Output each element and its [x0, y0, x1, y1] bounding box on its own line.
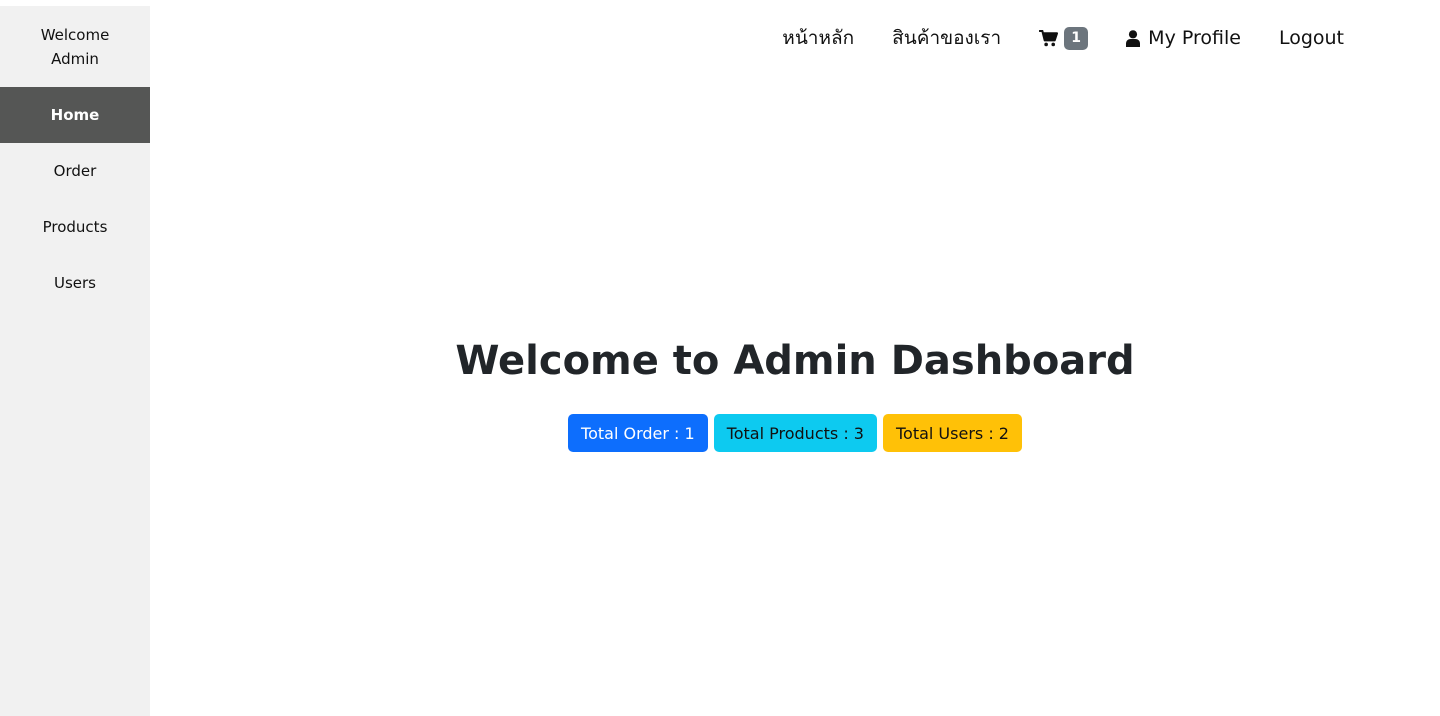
nav-logout-link[interactable]: Logout	[1279, 27, 1344, 49]
top-nav: หน้าหลัก สินค้าของเรา 1 My Profile Logou…	[782, 22, 1344, 54]
welcome-text: Welcome	[40, 25, 110, 44]
nav-home-link[interactable]: หน้าหลัก	[782, 23, 854, 53]
nav-profile-link[interactable]: My Profile	[1126, 27, 1241, 49]
total-orders-badge: Total Order : 1	[568, 414, 708, 452]
sidebar-item-label: Home	[50, 106, 100, 124]
sidebar-item-users[interactable]: Users	[0, 255, 150, 311]
nav-products-link[interactable]: สินค้าของเรา	[892, 23, 1001, 53]
nav-profile-label: My Profile	[1148, 27, 1241, 49]
app: Welcome Admin Home Order Products Users …	[0, 0, 1440, 716]
nav-cart-link[interactable]: 1	[1039, 26, 1089, 50]
stats-row: Total Order : 1 Total Products : 3 Total…	[150, 414, 1440, 452]
sidebar-item-order[interactable]: Order	[0, 143, 150, 199]
sidebar: Welcome Admin Home Order Products Users	[0, 6, 150, 716]
total-products-badge: Total Products : 3	[713, 414, 877, 452]
welcome-username: Admin	[51, 49, 99, 68]
sidebar-item-label: Products	[42, 218, 108, 236]
user-icon	[1126, 29, 1141, 47]
page-title: Welcome to Admin Dashboard	[455, 338, 1135, 384]
total-users-badge: Total Users : 2	[882, 414, 1022, 452]
sidebar-item-label: Order	[53, 162, 97, 180]
sidebar-welcome: Welcome Admin	[0, 6, 150, 87]
sidebar-item-home[interactable]: Home	[0, 87, 150, 143]
shopping-cart-icon	[1039, 29, 1059, 46]
sidebar-item-label: Users	[53, 274, 96, 292]
sidebar-item-products[interactable]: Products	[0, 199, 150, 255]
cart-count-badge: 1	[1064, 26, 1089, 50]
